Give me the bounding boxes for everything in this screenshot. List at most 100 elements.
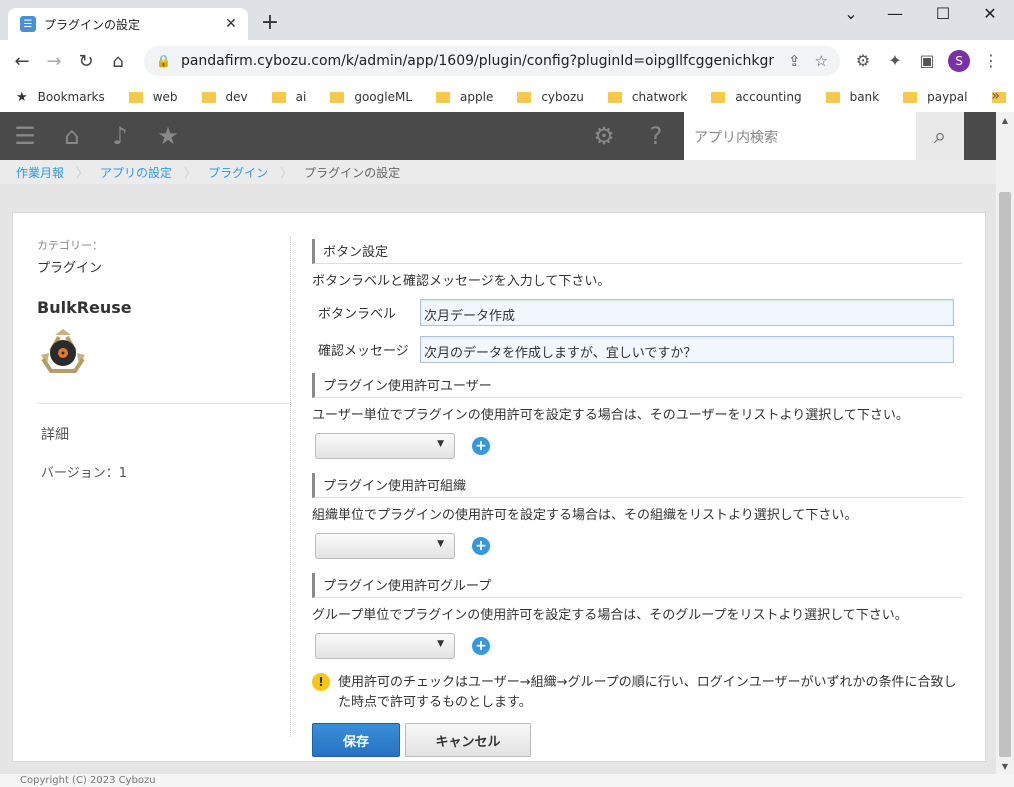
bookmark-folder-ai[interactable]: ai [271, 90, 306, 104]
org-select-row: ▼ + [315, 533, 962, 559]
bookmark-label: apple [460, 90, 494, 104]
bookmark-folder-googleml[interactable]: googleML [330, 90, 412, 104]
breadcrumb-plugins[interactable]: プラグイン [208, 164, 268, 181]
forward-arrow-icon[interactable]: → [38, 51, 70, 72]
home-icon[interactable]: ⌂ [56, 122, 88, 150]
permitted-users-title: プラグイン使用許可ユーザー [312, 373, 962, 398]
button-label-row: ボタンラベル 次月データ作成 [312, 299, 962, 326]
bookmark-folder-chatwork[interactable]: chatwork [607, 90, 688, 104]
bookmark-label: accounting [735, 90, 802, 104]
minimize-icon[interactable]: — [880, 4, 910, 23]
folder-icon [201, 91, 216, 103]
page-scrollbar[interactable]: ▲ ▼ [996, 112, 1014, 774]
permitted-orgs-title: プラグイン使用許可組織 [312, 473, 962, 498]
bookmarks-bar: ★ Bookmarks web dev ai googleML apple cy… [0, 82, 1014, 112]
address-bar[interactable]: 🔒 pandafirm.cybozu.com/k/admin/app/1609/… [144, 46, 840, 76]
plugin-config-form: ボタン設定 ボタンラベルと確認メッセージを入力して下さい。 ボタンラベル 次月デ… [312, 239, 962, 757]
footer-copyright: Copyright (C) 2023 Cybozu [0, 774, 1014, 787]
search-icon[interactable]: ⌕ [916, 112, 964, 160]
permitted-groups-title: プラグイン使用許可グループ [312, 573, 962, 598]
bookmark-folder-web[interactable]: web [128, 90, 178, 104]
bookmark-folder-accounting[interactable]: accounting [711, 90, 802, 104]
breadcrumb-separator-icon: 〉 [184, 165, 197, 180]
button-label-input[interactable]: 次月データ作成 [420, 299, 954, 326]
org-select[interactable]: ▼ [315, 533, 455, 559]
menu-kebab-icon[interactable]: ⋮ [980, 51, 1002, 70]
button-settings-description: ボタンラベルと確認メッセージを入力して下さい。 [312, 274, 611, 289]
reload-icon[interactable]: ↻ [70, 51, 102, 72]
plugin-detail-link[interactable]: 詳細 [37, 424, 289, 444]
app-search-input[interactable]: アプリ内検索 [684, 112, 916, 160]
tab-search-chevron-icon[interactable]: ⌄ [836, 4, 866, 23]
browser-tabbar: ☰ プラグインの設定 ✕ + ⌄ — ☐ ✕ [0, 0, 1014, 40]
bookmarks-manager[interactable]: ★ Bookmarks [16, 90, 105, 105]
home-icon[interactable]: ⌂ [102, 51, 134, 72]
user-select[interactable]: ▼ [315, 433, 455, 459]
settings-gear-icon[interactable]: ⚙ [588, 122, 620, 150]
share-icon[interactable]: ⇪ [788, 52, 801, 70]
confirm-message-input[interactable]: 次月のデータを作成しますが、宜しいですか？ [420, 336, 954, 363]
bookmark-label: chatwork [631, 90, 688, 104]
new-tab-button[interactable]: + [258, 10, 282, 35]
scroll-down-arrow-icon[interactable]: ▼ [996, 762, 1014, 771]
bookmark-label: web [152, 90, 178, 104]
bookmarks-overflow-icon[interactable]: » [991, 88, 1000, 104]
help-question-icon[interactable]: ? [640, 122, 672, 150]
plugin-name: BulkReuse [37, 298, 132, 317]
button-label-field-label: ボタンラベル [318, 307, 397, 322]
breadcrumb-app-settings[interactable]: アプリの設定 [100, 164, 172, 181]
scroll-up-arrow-icon[interactable]: ▲ [996, 116, 1014, 125]
bookmark-folder-apple[interactable]: apple [436, 90, 493, 104]
breadcrumb-app[interactable]: 作業月報 [16, 164, 64, 181]
bookmark-label: cybozu [541, 90, 584, 104]
breadcrumb-current: プラグインの設定 [304, 165, 401, 180]
tab-title: プラグインの設定 [44, 17, 141, 32]
category-value: プラグイン [37, 261, 103, 276]
favorites-star-icon[interactable]: ★ [152, 122, 184, 150]
scrollbar-thumb[interactable] [999, 192, 1011, 757]
bookmark-folder-bank[interactable]: bank [825, 90, 879, 104]
bookmark-folder-cybozu[interactable]: cybozu [517, 90, 584, 104]
save-button[interactable]: 保存 [312, 723, 400, 757]
notification-bell-icon[interactable]: ♪ [104, 122, 136, 150]
dropdown-arrow-icon: ▼ [437, 639, 444, 649]
cancel-button[interactable]: キャンセル [405, 723, 531, 757]
menu-hamburger-icon[interactable]: ☰ [9, 122, 41, 150]
extensions-puzzle-icon[interactable]: ✦ [884, 51, 906, 70]
recycle-record-logo-icon [41, 329, 85, 373]
permitted-users-description: ユーザー単位でプラグインの使用許可を設定する場合は、そのユーザーをリストより選択… [312, 408, 909, 423]
warning-icon: ! [312, 673, 330, 691]
notice-text: 使用許可のチェックはユーザー→組織→グループの順に行い、ログインユーザーがいずれ… [338, 675, 957, 710]
close-window-icon[interactable]: ✕ [975, 4, 1005, 23]
folder-icon [607, 91, 622, 103]
plugin-info-panel: カテゴリー： プラグイン BulkReuse 詳細 バージョン：1 [37, 237, 289, 481]
add-org-button[interactable]: + [472, 537, 490, 555]
bookmark-label: googleML [354, 90, 413, 104]
add-user-button[interactable]: + [472, 437, 490, 455]
maximize-icon[interactable]: ☐ [928, 4, 958, 23]
bookmark-folder-paypal[interactable]: paypal [903, 90, 968, 104]
back-arrow-icon[interactable]: ← [6, 51, 38, 72]
permitted-orgs-description: 組織単位でプラグインの使用許可を設定する場合は、その組織をリストより選択して下さ… [312, 508, 858, 523]
group-select[interactable]: ▼ [315, 633, 455, 659]
plugin-settings-card: カテゴリー： プラグイン BulkReuse 詳細 バージョン：1 ボタン設定 … [12, 212, 986, 762]
profile-avatar[interactable]: S [948, 50, 970, 72]
permitted-groups-description: グループ単位でプラグインの使用許可を設定する場合は、そのグループをリストより選択… [312, 608, 908, 623]
close-tab-icon[interactable]: ✕ [222, 16, 240, 32]
folder-icon [825, 91, 840, 103]
browser-toolbar: ← → ↻ ⌂ 🔒 pandafirm.cybozu.com/k/admin/a… [0, 40, 1014, 82]
extension-gear-icon[interactable]: ⚙ [852, 51, 874, 70]
lock-icon[interactable]: 🔒 [156, 54, 171, 68]
bookmark-star-icon[interactable]: ☆ [815, 52, 828, 70]
bookmark-folder-dev[interactable]: dev [201, 90, 248, 104]
side-panel-icon[interactable]: ▣ [916, 51, 938, 70]
folder-icon [330, 91, 345, 103]
kintone-favicon-icon: ☰ [20, 16, 36, 32]
browser-tab[interactable]: ☰ プラグインの設定 ✕ [8, 8, 248, 40]
folder-icon [271, 91, 286, 103]
url-text[interactable]: pandafirm.cybozu.com/k/admin/app/1609/pl… [181, 53, 774, 69]
bookmark-label: paypal [927, 90, 968, 104]
dropdown-arrow-icon: ▼ [437, 539, 444, 549]
add-group-button[interactable]: + [472, 637, 490, 655]
button-settings-title: ボタン設定 [312, 239, 962, 264]
